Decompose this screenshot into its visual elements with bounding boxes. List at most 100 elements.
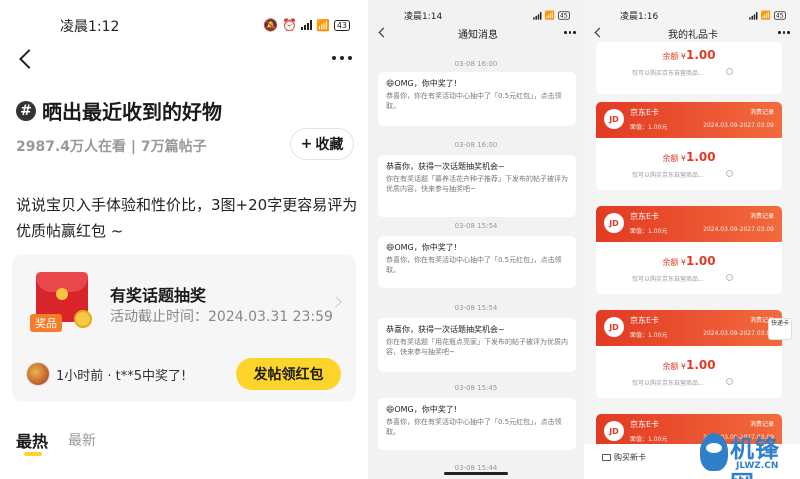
award-title: 有奖话题抽奖 — [110, 286, 207, 305]
message-time: 03-08 15:54 — [454, 304, 498, 312]
gift-card[interactable]: JD 京东E卡 面值：1.00元 消费记录 2024.03.09-2027.03… — [596, 310, 782, 398]
topic-screen: 凌晨1:12 🔕 ⏰ 📶 43 # 晒出最近收到的好物 2987.4万人在看 |… — [0, 0, 370, 479]
info-icon[interactable] — [726, 170, 733, 177]
card-header: JD 京东E卡 面值：1.00元 消费记录 2024.03.09-2027.03… — [596, 102, 782, 138]
avatar — [26, 362, 50, 386]
message-title: 😄OMG，你中奖了! — [386, 243, 457, 252]
card-icon — [602, 454, 611, 461]
wifi-icon: 📶 — [316, 18, 330, 32]
balance-label: 余额 ¥ — [662, 258, 687, 267]
gift-card[interactable]: JD 京东E卡 面值：1.00元 消费记录 2024.03.09-2027.03… — [596, 102, 782, 190]
topic-title: # 晒出最近收到的好物 — [16, 96, 222, 125]
message-body: 你在有奖话题「用花瓶点亮家」下发布的帖子被评为优质内容，快来参与抽奖吧~ — [386, 338, 568, 356]
gift-card[interactable]: 余额 ¥1.00 仅可以购买京东自营商品... — [596, 42, 782, 94]
jd-logo-icon: JD — [604, 213, 624, 233]
topic-title-text: 晒出最近收到的好物 — [42, 100, 222, 124]
more-icon[interactable] — [778, 31, 790, 34]
card-header: JD 京东E卡 面值：1.00元 消费记录 2024.03.09-2027.03… — [596, 310, 782, 346]
watermark-logo: 机锋网 JLWZ.CN — [700, 429, 796, 479]
home-indicator — [444, 472, 508, 475]
jd-logo-icon: JD — [604, 109, 624, 129]
prize-tag: 奖品 — [30, 314, 62, 332]
gift-card-screen: 凌晨1:16 📶 45 我的礼品卡 余额 ¥1.00 仅可以购买京东自营商品..… — [584, 0, 800, 479]
more-icon[interactable] — [332, 56, 352, 60]
balance-label: 余额 ¥ — [662, 52, 687, 61]
message-time: 03-08 15:44 — [454, 464, 498, 472]
express-card-widget[interactable]: 快递卡 — [768, 318, 792, 340]
balance-value: 1.00 — [686, 358, 716, 372]
buy-new-card-label: 购买新卡 — [614, 453, 646, 462]
battery-icon: 43 — [333, 19, 350, 31]
card-note: 仅可以购买京东自营商品... — [632, 276, 704, 283]
topic-stats: 2987.4万人在看 | 7万篇帖子 — [16, 139, 207, 155]
page-title: 我的礼品卡 — [668, 30, 718, 41]
wifi-icon: 📶 — [760, 10, 771, 21]
award-deadline: 活动截止时间：2024.03.31 23:59 — [110, 309, 333, 325]
balance-value: 1.00 — [686, 254, 716, 268]
signal-icon — [749, 11, 758, 20]
card-face-value: 面值：1.00元 — [630, 124, 668, 131]
topic-description: 说说宝贝入手体验和性价比，3图+20字更容易评为优质帖赢红包 ~ — [16, 196, 358, 240]
info-icon[interactable] — [726, 378, 733, 385]
message-time: 03-08 16:00 — [454, 141, 498, 149]
message-card[interactable]: 恭喜你，获得一次话题抽奖机会~ 你在有奖话题「慕养活花卉种子推荐」下发布的帖子被… — [378, 155, 576, 217]
card-face-value: 面值：1.00元 — [630, 332, 668, 339]
battery-icon: 45 — [773, 11, 786, 20]
status-time: 凌晨1:16 — [620, 12, 659, 22]
post-red-packet-button[interactable]: 发帖领红包 — [236, 358, 341, 390]
tab-hot[interactable]: 最热 — [16, 428, 48, 452]
message-card[interactable]: 恭喜你，获得一次话题抽奖机会~ 你在有奖话题「用花瓶点亮家」下发布的帖子被评为优… — [378, 318, 576, 372]
award-card[interactable]: 奖品 有奖话题抽奖 活动截止时间：2024.03.31 23:59 1小时前 ·… — [12, 254, 356, 402]
message-body: 恭喜你，你在有奖活动中心抽中了「0.5元红包」，点击领取。 — [386, 418, 562, 436]
card-validity: 2024.03.09-2027.03.09 — [703, 330, 774, 337]
card-face-value: 面值：1.00元 — [630, 436, 668, 443]
records-link[interactable]: 消费记录 — [750, 211, 774, 220]
tab-new[interactable]: 最新 — [68, 430, 96, 450]
status-time: 凌晨1:12 — [60, 19, 120, 35]
back-icon[interactable] — [19, 49, 39, 69]
card-note: 仅可以购买京东自营商品... — [632, 70, 704, 77]
hashtag-icon: # — [16, 100, 36, 121]
message-title: 恭喜你，获得一次话题抽奖机会~ — [386, 325, 505, 334]
message-title: 😄OMG，你中奖了! — [386, 79, 457, 88]
card-note: 仅可以购买京东自营商品... — [632, 172, 704, 179]
gift-card[interactable]: JD 京东E卡 面值：1.00元 消费记录 2024.03.09-2027.03… — [596, 206, 782, 294]
page-title: 通知消息 — [458, 30, 498, 41]
active-tab-indicator — [24, 452, 42, 456]
message-time: 03-08 15:45 — [454, 384, 498, 392]
back-icon[interactable] — [378, 27, 389, 38]
watermark-domain: JLWZ.CN — [736, 461, 779, 471]
collect-button[interactable]: + 收藏 — [290, 128, 354, 160]
message-body: 你在有奖话题「慕养活花卉种子推荐」下发布的帖子被评为优质内容，快来参与抽奖吧~ — [386, 175, 568, 193]
records-link[interactable]: 消费记录 — [750, 107, 774, 116]
winner-text: 1小时前 · t**5中奖了! — [56, 368, 187, 384]
message-card[interactable]: 😄OMG，你中奖了! 恭喜你，你在有奖活动中心抽中了「0.5元红包」，点击领取。 — [378, 72, 576, 126]
message-card[interactable]: 😄OMG，你中奖了! 恭喜你，你在有奖活动中心抽中了「0.5元红包」，点击领取。 — [378, 398, 576, 450]
card-face-value: 面值：1.00元 — [630, 228, 668, 235]
red-envelope-icon: 奖品 — [30, 272, 92, 332]
jd-logo-icon: JD — [604, 421, 624, 441]
buy-new-card-button[interactable]: 购买新卡 — [602, 452, 646, 463]
message-title: 😄OMG，你中奖了! — [386, 405, 457, 414]
message-title: 恭喜你，获得一次话题抽奖机会~ — [386, 162, 505, 171]
info-icon[interactable] — [726, 68, 733, 75]
signal-icon — [533, 11, 542, 20]
mascot-icon — [700, 433, 728, 471]
message-time: 03-08 15:54 — [454, 222, 498, 230]
message-body: 恭喜你，你在有奖活动中心抽中了「0.5元红包」，点击领取。 — [386, 256, 562, 274]
info-icon[interactable] — [726, 274, 733, 281]
plus-icon: + — [300, 136, 313, 152]
card-name: 京东E卡 — [630, 316, 660, 325]
card-validity: 2024.03.09-2027.03.09 — [703, 122, 774, 129]
records-link[interactable]: 消费记录 — [750, 419, 774, 428]
card-validity: 2024.03.09-2027.03.09 — [703, 226, 774, 233]
back-icon[interactable] — [594, 27, 605, 38]
notification-screen: 凌晨1:14 📶 45 通知消息 03-08 16:00 😄OMG，你中奖了! … — [368, 0, 584, 479]
card-note: 仅可以购买京东自营商品... — [632, 380, 704, 387]
signal-icon — [301, 20, 313, 30]
collect-label: 收藏 — [315, 137, 344, 153]
message-card[interactable]: 😄OMG，你中奖了! 恭喜你，你在有奖活动中心抽中了「0.5元红包」，点击领取。 — [378, 236, 576, 288]
card-header: JD 京东E卡 面值：1.00元 消费记录 2024.03.09-2027.03… — [596, 206, 782, 242]
card-name: 京东E卡 — [630, 108, 660, 117]
more-icon[interactable] — [564, 31, 576, 34]
